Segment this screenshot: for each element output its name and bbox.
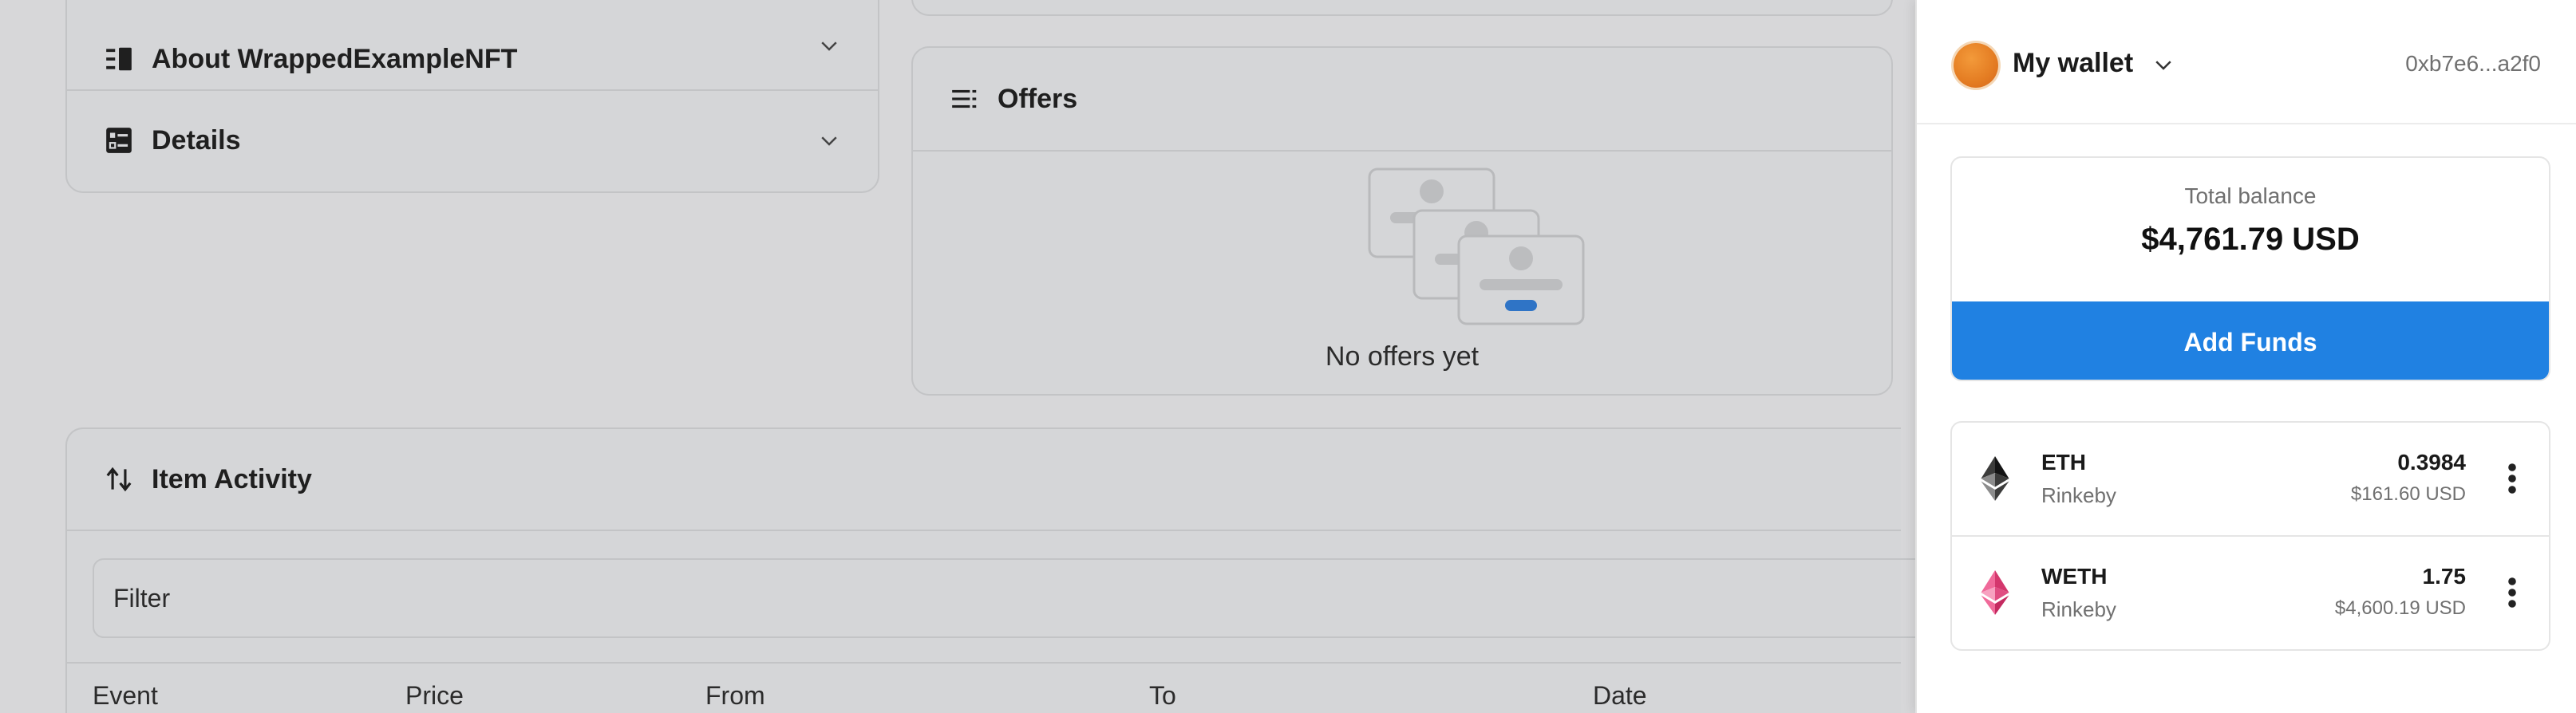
column-header-date: Date [1593, 681, 1647, 710]
details-accordion-toggle[interactable]: Details [67, 89, 878, 191]
chevron-down-icon[interactable] [2151, 53, 2175, 77]
weth-icon [1981, 570, 2009, 615]
activity-table-header: Event Price From To Date [67, 662, 1901, 713]
token-row-weth[interactable]: WETH Rinkeby 1.75 $4,600.19 USD [1952, 537, 2549, 651]
token-usd-value: $4,600.19 USD [2334, 597, 2466, 619]
wallet-address[interactable]: 0xb7e6...a2f0 [2405, 51, 2541, 77]
balance-value: $4,761.79 USD [2141, 222, 2360, 257]
token-symbol: ETH [2041, 450, 2086, 475]
wallet-header: My wallet 0xb7e6...a2f0 [1917, 0, 2576, 124]
token-list: ETH Rinkeby 0.3984 $161.60 USD WETH Rink… [1950, 421, 2550, 651]
offers-panel: Offers No offers yet [911, 46, 1893, 396]
avatar[interactable] [1954, 43, 1998, 88]
filter-dropdown[interactable]: Filter [93, 558, 1928, 638]
column-header-price: Price [405, 681, 464, 710]
more-vertical-icon[interactable] [2507, 577, 2517, 609]
token-symbol: WETH [2041, 564, 2108, 589]
token-amount: 1.75 [2422, 564, 2467, 589]
token-amount: 0.3984 [2397, 450, 2466, 475]
about-title: About WrappedExampleNFT [152, 43, 518, 74]
balance-card: Total balance $4,761.79 USD Add Funds [1950, 156, 2550, 381]
item-activity-title: Item Activity [152, 463, 312, 494]
token-usd-value: $161.60 USD [2350, 483, 2466, 505]
item-activity-panel: Item Activity Filter Event Price From To… [65, 427, 1928, 713]
token-network: Rinkeby [2041, 483, 2116, 507]
column-header-event: Event [93, 681, 158, 710]
about-details-panel: About WrappedExampleNFT Details [65, 0, 879, 193]
details-icon [106, 128, 132, 153]
empty-offers-illustration [1368, 167, 1585, 325]
about-accordion-toggle[interactable]: About WrappedExampleNFT [67, 0, 878, 91]
token-network: Rinkeby [2041, 597, 2116, 621]
balance-label: Total balance [2184, 183, 2317, 208]
filter-label: Filter [113, 583, 171, 613]
more-vertical-icon[interactable] [2507, 463, 2517, 494]
column-header-to: To [1149, 681, 1176, 710]
wallet-name-dropdown[interactable]: My wallet [2013, 48, 2133, 79]
add-funds-button[interactable]: Add Funds [1952, 301, 2549, 380]
offers-header[interactable]: Offers [913, 48, 1891, 152]
upper-panel-edge [911, 0, 1893, 16]
wallet-sidebar: My wallet 0xb7e6...a2f0 Total balance $4… [1915, 0, 2576, 713]
no-offers-text: No offers yet [1325, 341, 1480, 372]
token-row-eth[interactable]: ETH Rinkeby 0.3984 $161.60 USD [1952, 423, 2549, 537]
column-header-from: From [705, 681, 765, 710]
eth-icon [1981, 456, 2009, 501]
item-activity-header[interactable]: Item Activity [67, 429, 1901, 531]
swap-vertical-icon [106, 467, 132, 492]
offers-title: Offers [998, 83, 1078, 114]
list-icon [106, 47, 132, 71]
offers-list-icon [952, 89, 977, 108]
chevron-down-icon [821, 136, 837, 146]
chevron-down-icon [821, 41, 837, 51]
details-title: Details [152, 124, 241, 156]
